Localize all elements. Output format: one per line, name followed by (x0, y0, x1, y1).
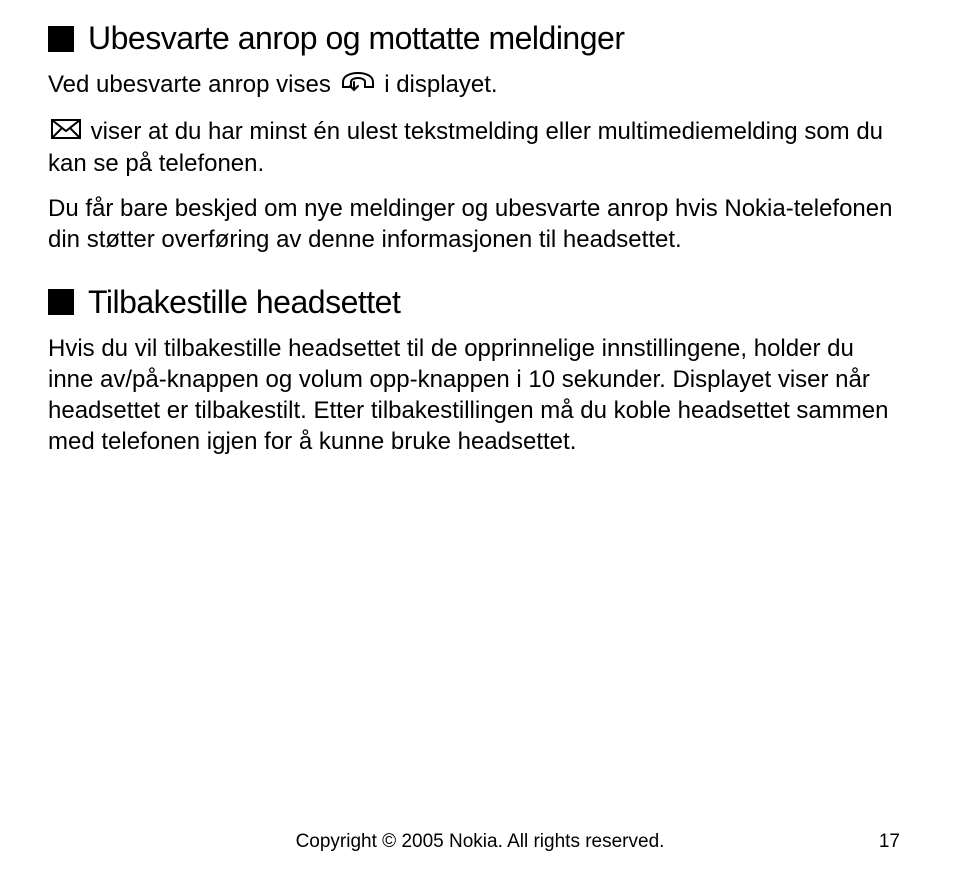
footer-copyright: Copyright © 2005 Nokia. All rights reser… (0, 831, 960, 853)
section-heading-2: Tilbakestille headsettet (48, 284, 900, 321)
page-number: 17 (879, 831, 900, 853)
paragraph-2: viser at du har minst én ulest tekstmeld… (48, 116, 900, 179)
envelope-icon (50, 117, 82, 148)
paragraph-1: Ved ubesvarte anrop vises i displayet. (48, 69, 900, 102)
heading-text-1: Ubesvarte anrop og mottatte meldinger (88, 20, 624, 57)
missed-call-icon (340, 70, 376, 102)
paragraph-4: Hvis du vil tilbakestille headsettet til… (48, 333, 900, 458)
p2-text: viser at du har minst én ulest tekstmeld… (48, 118, 883, 177)
section-heading-1: Ubesvarte anrop og mottatte meldinger (48, 20, 900, 57)
p1-text-b: i displayet. (384, 71, 497, 98)
paragraph-3: Du får bare beskjed om nye meldinger og … (48, 193, 900, 255)
heading-text-2: Tilbakestille headsettet (88, 284, 400, 321)
bullet-square-icon (48, 26, 74, 52)
p1-text-a: Ved ubesvarte anrop vises (48, 71, 338, 98)
bullet-square-icon (48, 289, 74, 315)
